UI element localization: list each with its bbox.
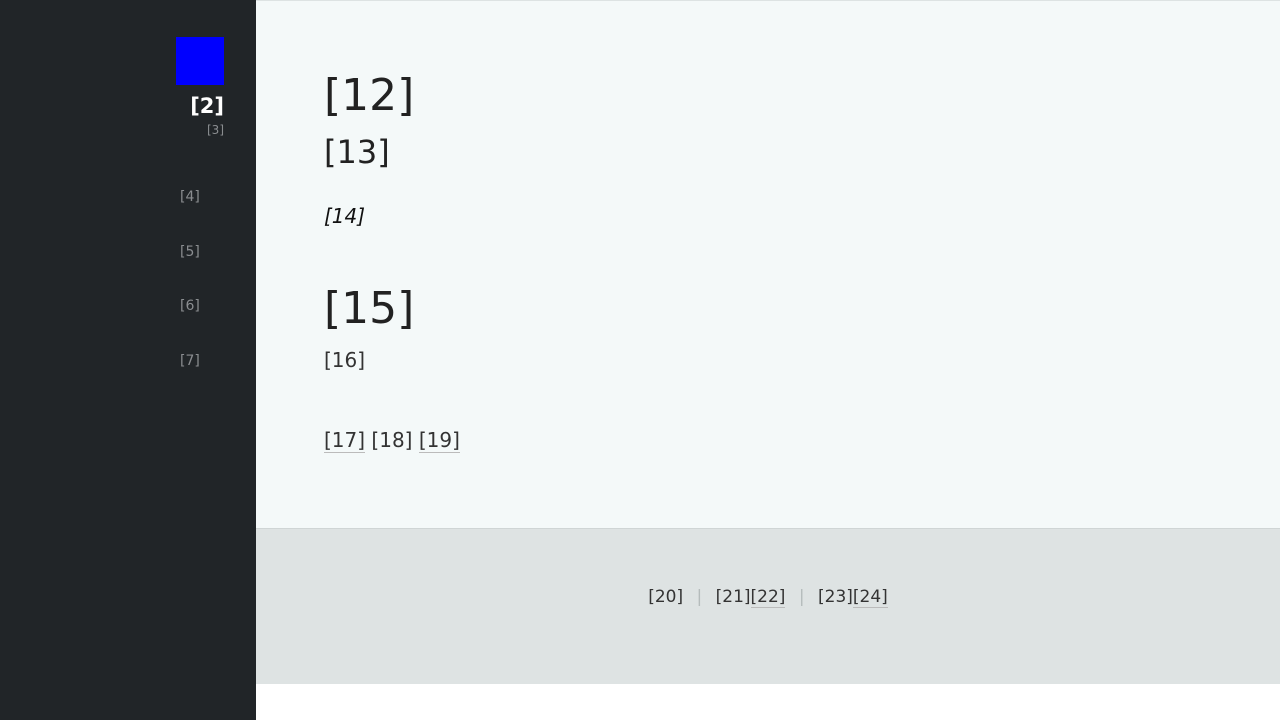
sidebar-item-2[interactable]: [5] — [180, 241, 200, 296]
main-content: [12] [13] [14] [15] [16] [17] [18] [19] — [256, 0, 1280, 528]
footer-item-3-text: [23] — [818, 587, 853, 607]
section-text: [16] — [324, 348, 366, 372]
links-line-text: [18] — [371, 428, 413, 452]
page-subtitle: [13] — [324, 133, 390, 171]
footer-separator-2: | — [798, 587, 805, 607]
footer: [20] | [21][22] | [23][24] — [256, 528, 1280, 684]
footer-line: [20] | [21][22] | [23][24] — [256, 585, 1280, 609]
footer-item-2-text: [21] — [715, 587, 751, 607]
site-logo[interactable] — [176, 37, 224, 85]
site-subtitle: [3] — [207, 123, 224, 137]
links-line: [17] [18] [19] — [324, 427, 460, 453]
page-meta: [14] — [324, 204, 366, 228]
sidebar-item-4[interactable]: [7] — [180, 350, 200, 405]
section-title: [15] — [324, 283, 415, 334]
content-link-2[interactable]: [19] — [418, 428, 460, 453]
footer-link-2[interactable]: [24] — [852, 587, 888, 608]
sidebar-nav: [4] [5] [6] [7] — [180, 186, 200, 404]
sidebar: [2] [3] [4] [5] [6] [7] — [0, 0, 256, 720]
sidebar-item-3[interactable]: [6] — [180, 295, 200, 350]
site-name[interactable]: [2] — [190, 93, 224, 119]
content-link-1[interactable]: [17] — [324, 428, 366, 453]
page-title: [12] — [324, 70, 415, 121]
sidebar-item-1[interactable]: [4] — [180, 186, 200, 241]
footer-link-1[interactable]: [22] — [750, 587, 786, 608]
footer-item-1: [20] — [648, 587, 684, 607]
footer-separator-1: | — [696, 587, 703, 607]
